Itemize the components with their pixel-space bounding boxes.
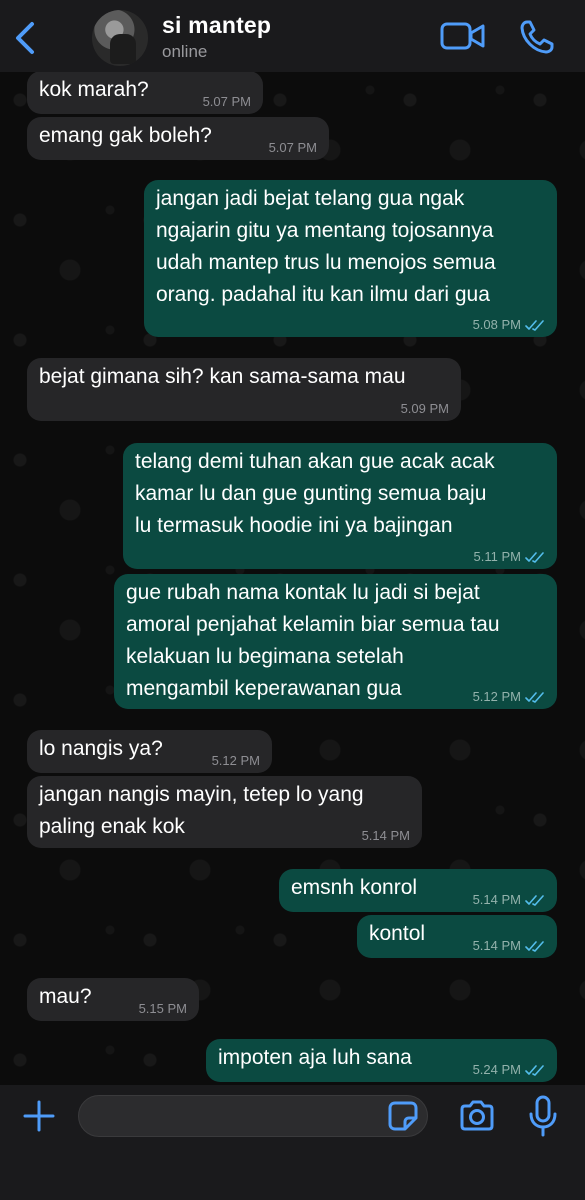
message-text: jangan jadi bejat telang gua ngak ngajar…: [156, 187, 496, 306]
message-meta: 5.07 PM: [269, 141, 317, 155]
outgoing-message[interactable]: jangan jadi bejat telang gua ngak ngajar…: [144, 180, 557, 337]
message-meta: 5.11 PM: [474, 550, 545, 564]
message-time: 5.07 PM: [268, 140, 317, 155]
incoming-message[interactable]: mau? 5.15 PM: [27, 978, 199, 1021]
message-time: 5.07 PM: [202, 94, 251, 109]
read-receipt-icon: [525, 692, 544, 703]
message-meta: 5.12 PM: [212, 754, 260, 768]
phone-icon[interactable]: [518, 18, 556, 56]
message-meta: 5.12 PM: [473, 690, 545, 704]
message-time: 5.15 PM: [138, 1001, 187, 1016]
chevron-left-icon[interactable]: [10, 20, 40, 56]
sticker-icon[interactable]: [387, 1100, 419, 1132]
home-indicator-area: [0, 1190, 585, 1200]
outgoing-message[interactable]: emsnh konrol 5.14 PM: [279, 869, 557, 912]
message-input[interactable]: [78, 1095, 428, 1137]
message-time: 5.11 PM: [473, 549, 521, 564]
video-camera-icon[interactable]: [440, 20, 486, 52]
message-time: 5.12 PM: [211, 753, 260, 768]
compose-bar: [0, 1085, 585, 1200]
message-meta: 5.14 PM: [473, 893, 545, 907]
avatar[interactable]: [92, 10, 148, 66]
incoming-message[interactable]: kok marah? 5.07 PM: [27, 71, 263, 114]
outgoing-message[interactable]: gue rubah nama kontak lu jadi si bejat a…: [114, 574, 557, 709]
incoming-message[interactable]: lo nangis ya? 5.12 PM: [27, 730, 272, 773]
chat-header: si mantep online: [0, 0, 585, 72]
message-text: jangan nangis mayin, tetep lo yang palin…: [39, 783, 364, 838]
message-time: 5.24 PM: [472, 1062, 521, 1077]
message-meta: 5.07 PM: [203, 95, 251, 109]
message-time: 5.14 PM: [472, 892, 521, 907]
microphone-icon[interactable]: [528, 1095, 558, 1137]
message-time: 5.14 PM: [472, 938, 521, 953]
outgoing-message[interactable]: impoten aja luh sana 5.24 PM: [206, 1039, 557, 1082]
read-receipt-icon: [525, 552, 544, 563]
message-text: telang demi tuhan akan gue acak acak kam…: [135, 450, 495, 537]
contact-status: online: [162, 42, 208, 61]
read-receipt-icon: [525, 895, 544, 906]
message-meta: 5.08 PM: [473, 318, 545, 332]
message-meta: 5.24 PM: [473, 1063, 545, 1077]
outgoing-message[interactable]: telang demi tuhan akan gue acak acak kam…: [123, 443, 557, 569]
message-meta: 5.14 PM: [473, 939, 545, 953]
incoming-message[interactable]: emang gak boleh? 5.07 PM: [27, 117, 329, 160]
message-list[interactable]: kok marah? 5.07 PM emang gak boleh? 5.07 PM…: [0, 0, 585, 1085]
plus-icon[interactable]: [22, 1099, 56, 1133]
message-time: 5.08 PM: [472, 317, 521, 332]
message-time: 5.14 PM: [361, 828, 410, 843]
camera-icon[interactable]: [458, 1099, 496, 1133]
message-meta: 5.09 PM: [401, 402, 449, 416]
outgoing-message[interactable]: kontol 5.14 PM: [357, 915, 557, 958]
message-time: 5.09 PM: [400, 401, 449, 416]
read-receipt-icon: [525, 320, 544, 331]
contact-name[interactable]: si mantep: [162, 12, 271, 39]
incoming-message[interactable]: jangan nangis mayin, tetep lo yang palin…: [27, 776, 422, 848]
message-meta: 5.14 PM: [362, 829, 410, 843]
message-time: 5.12 PM: [472, 689, 521, 704]
message-text: gue rubah nama kontak lu jadi si bejat a…: [126, 581, 500, 700]
message-meta: 5.15 PM: [139, 1002, 187, 1016]
read-receipt-icon: [525, 1065, 544, 1076]
message-text: bejat gimana sih? kan sama-sama mau: [39, 365, 406, 388]
read-receipt-icon: [525, 941, 544, 952]
incoming-message[interactable]: bejat gimana sih? kan sama-sama mau 5.09 …: [27, 358, 461, 421]
